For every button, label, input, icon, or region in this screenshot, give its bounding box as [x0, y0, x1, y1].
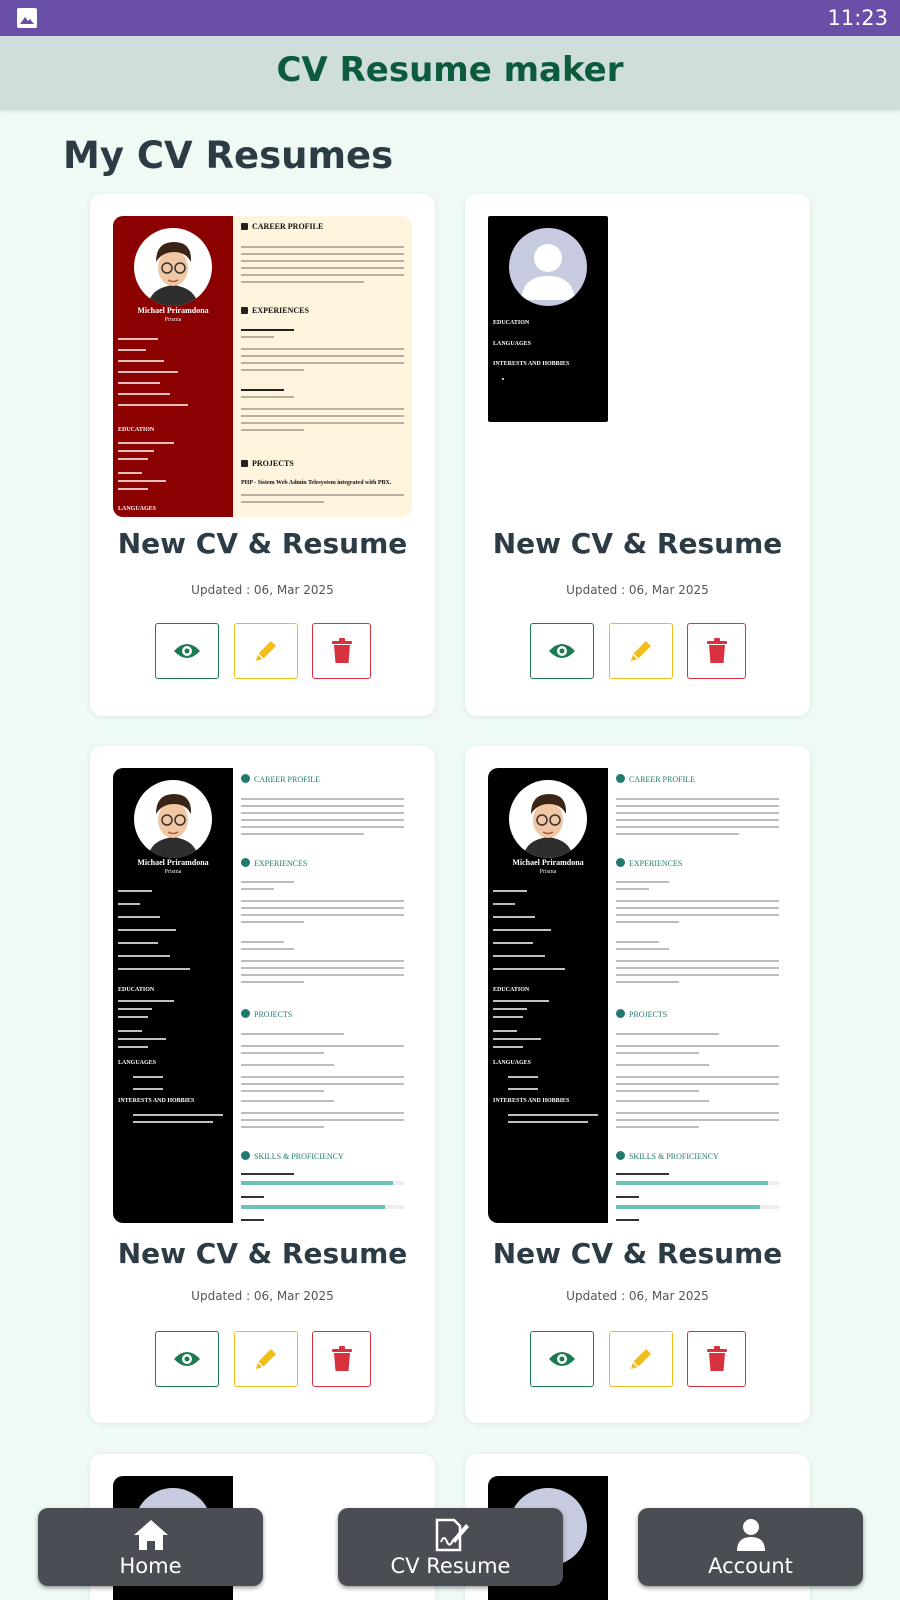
avatar: [134, 228, 212, 306]
card-updated-date: Updated : 06, Mar 2025: [191, 583, 334, 597]
nav-account-button[interactable]: Account: [638, 1508, 863, 1586]
pencil-icon: [256, 641, 276, 661]
nav-cv-resume-label: CV Resume: [390, 1554, 511, 1578]
app-bar: CV Resume maker: [0, 36, 900, 110]
nav-cv-resume-button[interactable]: CV Resume: [338, 1508, 563, 1586]
cv-card[interactable]: Michael Priramdona Prisma EDUCATION LANG…: [90, 194, 435, 716]
card-updated-date: Updated : 06, Mar 2025: [191, 1289, 334, 1303]
edit-button[interactable]: [234, 1331, 298, 1387]
delete-button[interactable]: [312, 623, 371, 679]
edit-button[interactable]: [234, 623, 298, 679]
cv-thumbnail[interactable]: Michael Priramdona Prisma EDUCATION LANG…: [488, 768, 787, 1223]
nav-home-label: Home: [119, 1554, 182, 1578]
pencil-icon: [631, 1349, 651, 1369]
view-button[interactable]: [155, 1331, 219, 1387]
cv-card[interactable]: Michael Priramdona Prisma EDUCATION LANG…: [465, 746, 810, 1423]
eye-icon: [174, 644, 200, 658]
signature-icon: [435, 1518, 469, 1552]
trash-icon: [706, 1346, 727, 1371]
eye-icon: [549, 644, 575, 658]
delete-button[interactable]: [312, 1331, 371, 1387]
cv-thumbnail[interactable]: EDUCATION LANGUAGES INTERESTS AND HOBBIE…: [488, 216, 608, 422]
card-title: New CV & Resume: [492, 527, 783, 560]
card-title: New CV & Resume: [492, 1237, 783, 1270]
delete-button[interactable]: [687, 623, 746, 679]
card-updated-date: Updated : 06, Mar 2025: [566, 583, 709, 597]
edit-button[interactable]: [609, 1331, 673, 1387]
view-button[interactable]: [530, 1331, 594, 1387]
cv-thumbnail[interactable]: Michael Priramdona Prisma EDUCATION LANG…: [113, 768, 412, 1223]
card-updated-date: Updated : 06, Mar 2025: [566, 1289, 709, 1303]
eye-icon: [549, 1352, 575, 1366]
pencil-icon: [256, 1349, 276, 1369]
image-icon: [17, 8, 37, 28]
cv-card[interactable]: EDUCATION LANGUAGES INTERESTS AND HOBBIE…: [465, 194, 810, 716]
avatar: [134, 780, 212, 858]
user-icon: [736, 1519, 765, 1551]
page-title: My CV Resumes: [63, 134, 394, 177]
delete-button[interactable]: [687, 1331, 746, 1387]
home-icon: [133, 1520, 168, 1550]
trash-icon: [706, 638, 727, 663]
cv-thumbnail[interactable]: Michael Priramdona Prisma EDUCATION LANG…: [113, 216, 412, 517]
trash-icon: [331, 638, 352, 663]
status-time: 11:23: [827, 6, 888, 30]
trash-icon: [331, 1346, 352, 1371]
app-title: CV Resume maker: [276, 50, 624, 90]
nav-home-button[interactable]: Home: [38, 1508, 263, 1586]
eye-icon: [174, 1352, 200, 1366]
nav-account-label: Account: [708, 1554, 793, 1578]
cv-card[interactable]: Michael Priramdona Prisma EDUCATION LANG…: [90, 746, 435, 1423]
pencil-icon: [631, 641, 651, 661]
card-title: New CV & Resume: [117, 527, 408, 560]
edit-button[interactable]: [609, 623, 673, 679]
card-title: New CV & Resume: [117, 1237, 408, 1270]
view-button[interactable]: [530, 623, 594, 679]
avatar: [509, 228, 587, 306]
avatar: [509, 780, 587, 858]
status-bar: 11:23: [0, 0, 900, 36]
view-button[interactable]: [155, 623, 219, 679]
